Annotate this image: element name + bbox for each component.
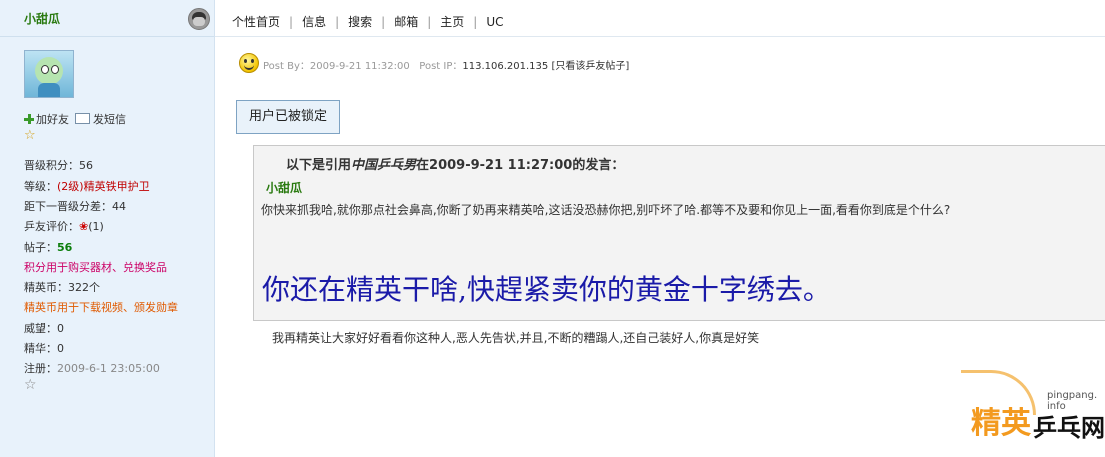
nav-separator: | [335,15,340,29]
nav-personal-home[interactable]: 个性首页 [232,15,280,29]
quote-author: 中国乒乓男 [351,158,417,173]
avatar[interactable] [24,50,74,98]
points-value: 56 [79,159,93,172]
quote-title-suffix: 在2009-9-21 11:27:00的发言： [416,158,625,173]
coins-label: 精英币： [24,281,68,294]
only-author-link[interactable]: [只看该乒友帖子] [551,61,629,72]
watermark-brand-elite: 精英 [971,406,1031,441]
quote-block: 以下是引用中国乒乓男在2009-9-21 11:27:00的发言： 小甜瓜 你快… [253,145,1105,321]
post-meta: Post By：2009-9-21 11:32:00 Post IP：113.1… [263,57,629,72]
watermark-brand-pingpong: 乒乓网 [1033,414,1105,442]
send-message-button[interactable]: 发短信 [69,113,126,126]
level-label: 等级： [24,180,57,193]
star-icon: ☆ [24,128,36,143]
send-message-label: 发短信 [93,113,126,126]
user-sidebar: 小甜瓜 加好友 发短信 ☆ 晋级积分：56 等级：(2级)精英铁甲护卫 距下一晋级… [0,0,215,457]
add-friend-label: 加好友 [36,113,69,126]
essence-label: 精华： [24,342,57,355]
sidebar-header: 小甜瓜 [0,0,214,37]
avatar-body [38,83,60,97]
next-level-value: 44 [112,200,126,213]
user-status-icon [188,8,210,30]
nav-uc[interactable]: UC [486,15,503,29]
nav-search[interactable]: 搜索 [348,15,372,29]
coins-note-link[interactable]: 精英币用于下载视频、颁发勋章 [24,301,178,314]
essence-value: 0 [57,342,64,355]
points-label: 晋级积分： [24,159,79,172]
avatar-face [35,57,63,85]
rose-icon: ❀ [79,220,89,233]
postby-label: Post By： [263,61,310,72]
top-nav: 个性首页 | 信息 | 搜索 | 邮箱 | 主页 | UC [232,13,503,30]
quote-big-text: 你还在精英干啥,快趕紧卖你的黄金十字绣去。 [262,273,831,306]
smiley-icon [239,53,259,73]
avatar-eye [41,65,49,74]
mail-icon [75,113,90,124]
locked-notice: 用户已被锁定 [236,100,340,134]
rating-value: (1) [88,220,104,233]
quote-username: 小甜瓜 [266,181,303,195]
posts-label: 帖子： [24,241,57,254]
site-watermark: pingpang. info 精英 乒乓网 [955,370,1105,457]
quote-title: 以下是引用中国乒乓男在2009-9-21 11:27:00的发言： [286,154,624,173]
rating-label: 乒友评价： [24,220,79,233]
nav-separator: | [473,15,478,29]
coins-value: 322个 [68,281,100,294]
register-label: 注册： [24,362,57,375]
level-value: (2级)精英铁甲护卫 [57,180,150,193]
register-value: 2009-6-1 23:05:00 [57,362,160,375]
points-note-link[interactable]: 积分用于购买器材、兑换奖品 [24,261,167,274]
next-level-label: 距下一晋级分差： [24,200,112,213]
add-friend-button[interactable]: 加好友 [24,113,69,126]
star-outline-icon: ☆ [24,377,37,393]
quote-title-prefix: 以下是引用 [286,158,352,173]
nav-mailbox[interactable]: 邮箱 [394,15,418,29]
ip-label: Post IP： [419,61,463,72]
divider [215,36,1105,37]
nav-info[interactable]: 信息 [302,15,326,29]
nav-separator: | [427,15,432,29]
post-body-text: 我再精英让大家好好看看你这种人,恶人先告状,并且,不断的糟蹋人,还自己装好人,你… [272,331,760,345]
ip-value: 113.106.201.135 [462,61,549,72]
avatar-eye [51,65,59,74]
nav-homepage[interactable]: 主页 [440,15,464,29]
posts-value: 56 [57,241,73,254]
prestige-value: 0 [57,322,64,335]
plus-icon [24,114,34,124]
nav-separator: | [289,15,294,29]
postby-value: 2009-9-21 11:32:00 [309,61,410,72]
prestige-label: 威望： [24,322,57,335]
quote-text: 你快来抓我哈,就你那点社会鼻高,你断了奶再来精英哈,这话没恐赫你把,别吓坏了哈.… [261,203,951,217]
nav-separator: | [381,15,386,29]
username[interactable]: 小甜瓜 [24,10,60,27]
